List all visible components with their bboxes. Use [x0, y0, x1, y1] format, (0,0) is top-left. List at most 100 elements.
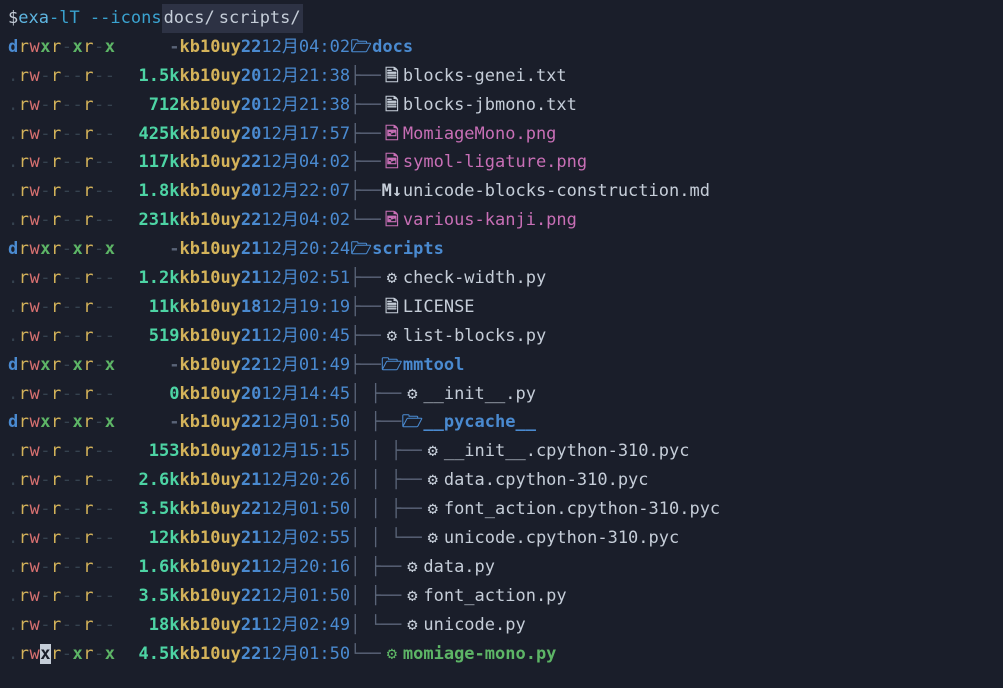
- file-permissions: .rw-r--r--: [8, 293, 116, 322]
- file-size: 231k: [116, 206, 180, 235]
- file-name: __init__.py: [423, 380, 536, 409]
- date-time: 02:51: [299, 264, 350, 293]
- date-day: 21: [241, 264, 261, 293]
- file-name: __pycache__: [423, 408, 536, 437]
- date-time: 21:38: [299, 91, 350, 120]
- tree-branch: │ ├──: [350, 380, 401, 409]
- date-time: 01:49: [299, 351, 350, 380]
- file-permissions: .rw-r--r--: [8, 177, 116, 206]
- date-time: 01:50: [299, 582, 350, 611]
- listing-row: .rw-r--r-- 18k kb10uy 21 12月 02:49 │ └──…: [8, 611, 995, 640]
- listing-row: .rw-r--r-- 425k kb10uy 20 12月 17:57 ├── …: [8, 120, 995, 149]
- file-name: momiage-mono.py: [403, 640, 557, 669]
- date-month: 12月: [261, 206, 298, 235]
- file-permissions: .rw-r--r--: [8, 553, 116, 582]
- file-name: MomiageMono.png: [403, 120, 557, 149]
- file-size: 3.5k: [116, 495, 180, 524]
- listing-row: .rw-r--r-- 0 kb10uy 20 12月 14:45 │ ├── ⚙…: [8, 380, 995, 409]
- file-name: unicode.py: [423, 611, 525, 640]
- file-permissions: .rwxr-xr-x: [8, 640, 116, 669]
- python-icon: ⚙: [401, 582, 423, 611]
- file-owner: kb10uy: [180, 524, 241, 553]
- listing-row: .rw-r--r-- 231k kb10uy 22 12月 04:02 └── …: [8, 206, 995, 235]
- file-owner: kb10uy: [180, 553, 241, 582]
- file-name: LICENSE: [403, 293, 475, 322]
- prompt-symbol: $: [8, 4, 18, 33]
- date-day: 21: [241, 466, 261, 495]
- tree-branch: └──: [350, 206, 381, 235]
- file-permissions: .rw-r--r--: [8, 495, 116, 524]
- file-permissions: .rw-r--r--: [8, 437, 116, 466]
- date-month: 12月: [261, 408, 298, 437]
- file-name: unicode-blocks-construction.md: [403, 177, 710, 206]
- date-time: 04:02: [299, 206, 350, 235]
- listing-row: .rw-r--r-- 3.5k kb10uy 22 12月 01:50 │ │ …: [8, 495, 995, 524]
- date-time: 17:57: [299, 120, 350, 149]
- date-time: 01:50: [299, 408, 350, 437]
- date-month: 12月: [261, 524, 298, 553]
- date-day: 18: [241, 293, 261, 322]
- date-month: 12月: [261, 293, 298, 322]
- date-month: 12月: [261, 495, 298, 524]
- date-day: 21: [241, 235, 261, 264]
- date-time: 15:15: [299, 437, 350, 466]
- date-day: 20: [241, 437, 261, 466]
- file-owner: kb10uy: [180, 351, 241, 380]
- file-name: __init__.cpython-310.pyc: [444, 437, 690, 466]
- listing-row: .rw-r--r-- 3.5k kb10uy 22 12月 01:50 │ ├─…: [8, 582, 995, 611]
- image-icon: 🖻: [381, 120, 403, 149]
- date-time: 19:19: [299, 293, 350, 322]
- file-permissions: .rw-r--r--: [8, 524, 116, 553]
- date-time: 01:50: [299, 495, 350, 524]
- file-owner: kb10uy: [180, 582, 241, 611]
- tree-branch: ├──: [350, 264, 381, 293]
- date-month: 12月: [261, 466, 298, 495]
- listing-row: drwxr-xr-x - kb10uy 22 12月 01:50 │ ├── 🗁…: [8, 408, 995, 437]
- date-day: 22: [241, 33, 261, 62]
- file-owner: kb10uy: [180, 380, 241, 409]
- file-size: 0: [116, 380, 180, 409]
- date-time: 21:38: [299, 62, 350, 91]
- file-size: 117k: [116, 148, 180, 177]
- file-owner: kb10uy: [180, 62, 241, 91]
- file-name: blocks-jbmono.txt: [403, 91, 577, 120]
- file-owner: kb10uy: [180, 466, 241, 495]
- file-size: 2.6k: [116, 466, 180, 495]
- file-size: -: [116, 33, 180, 62]
- date-day: 20: [241, 120, 261, 149]
- tree-branch: ├──: [350, 148, 381, 177]
- python-icon: ⚙: [401, 611, 423, 640]
- listing-row: .rw-r--r-- 153 kb10uy 20 12月 15:15 │ │ ├…: [8, 437, 995, 466]
- date-month: 12月: [261, 351, 298, 380]
- file-icon: 🗎: [381, 293, 403, 322]
- command-arg: scripts/: [217, 4, 303, 33]
- file-size: -: [116, 235, 180, 264]
- command-flags: -lT --icons: [49, 4, 162, 33]
- date-day: 22: [241, 206, 261, 235]
- tree-branch: ├──: [350, 177, 381, 206]
- file-permissions: drwxr-xr-x: [8, 351, 116, 380]
- date-month: 12月: [261, 582, 298, 611]
- file-owner: kb10uy: [180, 91, 241, 120]
- file-size: 153: [116, 437, 180, 466]
- tree-branch: └──: [350, 640, 381, 669]
- command-line[interactable]: $ exa -lT --icons docs/ scripts/: [8, 4, 995, 33]
- file-icon: 🗎: [381, 62, 403, 91]
- tree-branch: │ │ ├──: [350, 466, 422, 495]
- file-permissions: .rw-r--r--: [8, 380, 116, 409]
- file-owner: kb10uy: [180, 495, 241, 524]
- date-time: 02:49: [299, 611, 350, 640]
- date-day: 21: [241, 524, 261, 553]
- file-owner: kb10uy: [180, 206, 241, 235]
- command-arg: docs/: [162, 4, 217, 33]
- file-icon: 🗎: [381, 91, 403, 120]
- file-name: docs: [372, 33, 413, 62]
- image-icon: 🖻: [381, 148, 403, 177]
- date-day: 21: [241, 611, 261, 640]
- date-month: 12月: [261, 380, 298, 409]
- date-month: 12月: [261, 264, 298, 293]
- python-icon: ⚙: [422, 495, 444, 524]
- file-size: 1.6k: [116, 553, 180, 582]
- file-size: -: [116, 351, 180, 380]
- date-time: 20:16: [299, 553, 350, 582]
